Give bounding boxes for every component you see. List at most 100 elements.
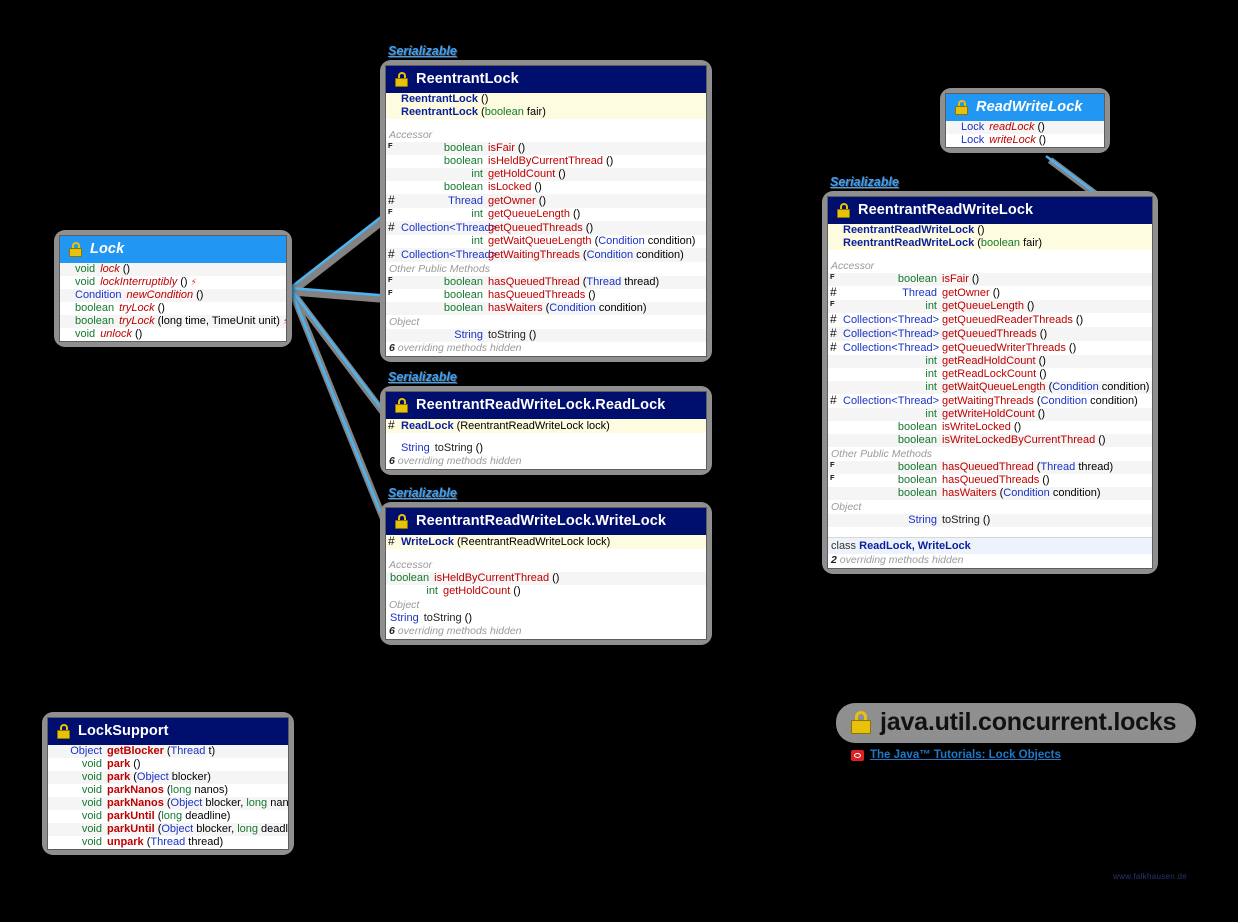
hidden-methods-note: 2 overriding methods hidden xyxy=(828,554,1152,568)
method-row[interactable]: void park (Object blocker) xyxy=(48,771,288,784)
group-header-accessor: Accessor xyxy=(386,128,706,142)
method-row[interactable]: boolean tryLock() xyxy=(60,302,286,315)
lock-icon xyxy=(955,99,968,115)
method-row[interactable]: Condition newCondition() xyxy=(60,289,286,302)
group-header-object: Object xyxy=(386,315,706,329)
group-header-object: Object xyxy=(828,500,1152,514)
class-box-read-write-lock[interactable]: ReadWriteLock Lock readLock() Lock writeLo… xyxy=(940,88,1110,153)
method-row[interactable]: Fboolean isFair() xyxy=(828,272,1152,286)
method-row[interactable]: boolean isHeldByCurrentThread() xyxy=(386,155,706,168)
constructor-row[interactable]: ReentrantLock (boolean fair) xyxy=(386,106,706,119)
method-row[interactable]: Fboolean hasQueuedThreads() xyxy=(828,473,1152,487)
lock-icon xyxy=(395,513,408,529)
method-row[interactable]: boolean tryLock (long time, TimeUnit unit)… xyxy=(60,315,286,328)
class-title: ReentrantReadWriteLock xyxy=(858,202,1034,218)
method-list-object: String toString() xyxy=(386,612,706,625)
class-box-lock-support[interactable]: LockSupport Object getBlocker (Thread t) v… xyxy=(42,712,294,855)
class-title: LockSupport xyxy=(78,723,169,739)
method-list-accessor: Fboolean isFair() boolean isHeldByCurrentT… xyxy=(386,141,706,262)
method-row[interactable]: # Collection<Thread> getQueuedReaderThread… xyxy=(828,313,1152,327)
method-row[interactable]: Fboolean hasQueuedThread (Thread thread) xyxy=(828,460,1152,474)
method-row[interactable]: void lock() xyxy=(60,263,286,276)
method-row[interactable]: # Thread getOwner() xyxy=(828,286,1152,300)
method-row[interactable]: boolean isLocked() xyxy=(386,181,706,194)
method-row[interactable]: String toString() xyxy=(386,612,706,625)
lock-icon xyxy=(69,241,82,257)
serializable-tag-reentrant-rw-lock: Serializable xyxy=(830,175,899,189)
group-header-accessor: Accessor xyxy=(386,558,706,572)
method-row[interactable]: void parkUntil (long deadline) xyxy=(48,810,288,823)
nested-classes-row[interactable]: class ReadLock, WriteLock xyxy=(828,537,1152,554)
method-row[interactable]: void parkUntil (Object blocker, long deadl… xyxy=(48,823,288,836)
method-row[interactable]: # Collection<Thread> getQueuedThreads() xyxy=(828,327,1152,341)
hidden-methods-note: 6 overriding methods hidden xyxy=(386,342,706,356)
method-row[interactable]: # Collection<Thread> getWaitingThreads (Con… xyxy=(386,248,706,262)
method-row[interactable]: void parkNanos (long nanos) xyxy=(48,784,288,797)
lock-icon xyxy=(395,397,408,413)
class-box-reentrant-lock[interactable]: ReentrantLock ReentrantLock() ReentrantL… xyxy=(380,60,712,362)
method-row[interactable]: Lock readLock() xyxy=(946,121,1104,134)
method-row[interactable]: Object getBlocker (Thread t) xyxy=(48,745,288,758)
method-row[interactable]: Lock writeLock() xyxy=(946,134,1104,147)
class-title: ReentrantReadWriteLock.ReadLock xyxy=(416,397,666,413)
method-list-object: String toString() xyxy=(386,329,706,342)
method-row[interactable]: int getWriteHoldCount() xyxy=(828,408,1152,421)
method-row[interactable]: String toString() xyxy=(386,329,706,342)
method-row[interactable]: void unpark (Thread thread) xyxy=(48,836,288,849)
constructor-row[interactable]: # ReadLock (ReentrantReadWriteLock lock) xyxy=(386,419,706,433)
tutorial-link[interactable]: The Java™ Tutorials: Lock Objects xyxy=(851,749,1061,761)
constructor-row[interactable]: ReentrantLock() xyxy=(386,93,706,106)
method-row[interactable]: voidparkNanos(Object blocker, long nanos… xyxy=(48,797,288,810)
method-row[interactable]: Fint getQueueLength() xyxy=(386,207,706,221)
method-row[interactable]: int getHoldCount() xyxy=(386,585,706,598)
constructor-list: # ReadLock (ReentrantReadWriteLock lock) xyxy=(386,419,706,433)
method-list-object: String toString() xyxy=(386,442,706,455)
method-row[interactable]: Fboolean hasQueuedThreads() xyxy=(386,288,706,302)
package-badge: java.util.concurrent.locks xyxy=(836,703,1197,743)
constructor-row[interactable]: ReentrantReadWriteLock() xyxy=(828,224,1152,237)
method-row[interactable]: int getWaitQueueLength (Condition conditio… xyxy=(386,235,706,248)
lock-icon xyxy=(851,711,871,734)
method-row[interactable]: boolean isHeldByCurrentThread() xyxy=(386,572,706,585)
class-box-reentrant-read-write-lock[interactable]: ReentrantReadWriteLock ReentrantReadWrit… xyxy=(822,191,1158,574)
method-row[interactable]: # Collection<Thread> getQueuedThreads() xyxy=(386,221,706,235)
hidden-methods-note: 6 overriding methods hidden xyxy=(386,625,706,639)
class-box-write-lock[interactable]: ReentrantReadWriteLock.WriteLock # WriteL… xyxy=(380,502,712,645)
class-box-lock[interactable]: Lock void lock() void lockInterruptibly() ⚡… xyxy=(54,230,292,347)
method-row[interactable]: int getHoldCount() xyxy=(386,168,706,181)
constructor-row[interactable]: ReentrantReadWriteLock (boolean fair) xyxy=(828,237,1152,250)
method-row[interactable]: int getReadHoldCount() xyxy=(828,355,1152,368)
class-header-read-lock: ReentrantReadWriteLock.ReadLock xyxy=(386,392,706,419)
class-title: ReentrantLock xyxy=(416,71,519,87)
group-header-other: Other Public Methods xyxy=(386,262,706,276)
method-row[interactable]: void lockInterruptibly() ⚡ xyxy=(60,276,286,289)
tutorial-link-label[interactable]: The Java™ Tutorials: Lock Objects xyxy=(870,749,1061,761)
lock-icon xyxy=(395,71,408,87)
serializable-tag-write-lock: Serializable xyxy=(388,486,457,500)
group-header-object: Object xyxy=(386,598,706,612)
spacer xyxy=(386,549,706,558)
method-row[interactable]: int getReadLockCount() xyxy=(828,368,1152,381)
method-row[interactable]: void unlock() xyxy=(60,328,286,341)
group-header-accessor: Accessor xyxy=(828,259,1152,273)
method-row[interactable]: boolean hasWaiters (Condition condition) xyxy=(828,487,1152,500)
method-row[interactable]: boolean hasWaiters (Condition condition) xyxy=(386,302,706,315)
method-row[interactable]: Fint getQueueLength() xyxy=(828,299,1152,313)
method-row[interactable]: # Thread getOwner() xyxy=(386,194,706,208)
spacer xyxy=(386,433,706,442)
method-row[interactable]: String toString() xyxy=(386,442,706,455)
method-row[interactable]: Fboolean isFair() xyxy=(386,141,706,155)
method-row[interactable]: boolean isWriteLocked() xyxy=(828,421,1152,434)
method-row[interactable]: boolean isWriteLockedByCurrentThread() xyxy=(828,434,1152,447)
method-row[interactable]: int getWaitQueueLength (Condition conditio… xyxy=(828,381,1152,394)
class-box-read-lock[interactable]: ReentrantReadWriteLock.ReadLock # ReadLoc… xyxy=(380,386,712,475)
method-list-accessor: Fboolean isFair() # Thread getOwner() Fint g… xyxy=(828,272,1152,447)
method-row[interactable]: void park() xyxy=(48,758,288,771)
constructor-row[interactable]: # WriteLock (ReentrantReadWriteLock lock) xyxy=(386,535,706,549)
method-row[interactable]: # Collection<Thread> getWaitingThreads (Con… xyxy=(828,394,1152,408)
method-row[interactable]: String toString() xyxy=(828,514,1152,527)
package-title: java.util.concurrent.locks xyxy=(880,708,1177,736)
method-row[interactable]: Fboolean hasQueuedThread (Thread thread) xyxy=(386,275,706,289)
hidden-methods-note: 6 overriding methods hidden xyxy=(386,455,706,469)
method-row[interactable]: # Collection<Thread> getQueuedWriterThread… xyxy=(828,341,1152,355)
